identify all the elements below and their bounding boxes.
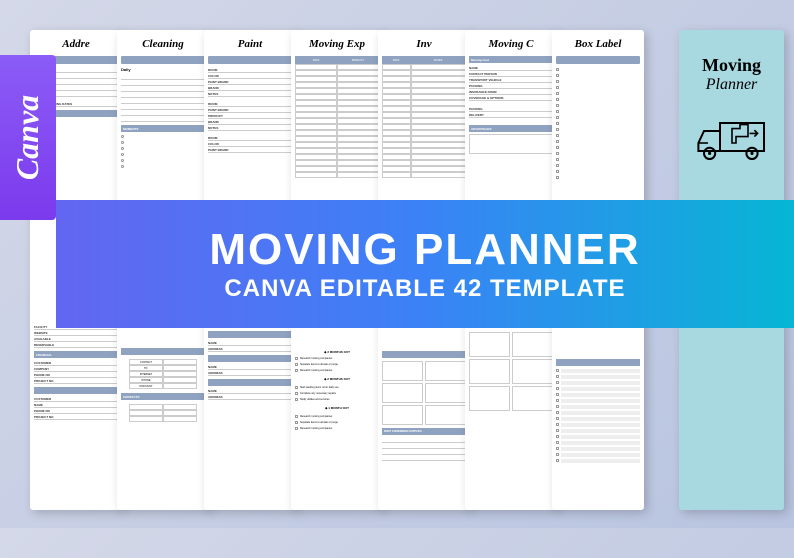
main-banner: MOVING PLANNER CANVA EDITABLE 42 TEMPLAT… <box>56 200 794 328</box>
brand-subtitle: Planner <box>687 76 776 94</box>
moving-truck-icon <box>692 109 772 169</box>
canva-badge: Canva <box>0 55 56 220</box>
brand-title: Moving <box>687 55 776 76</box>
canva-logo-text: Canva <box>10 95 47 180</box>
banner-title: MOVING PLANNER <box>209 225 640 275</box>
banner-subtitle: CANVA EDITABLE 42 TEMPLATE <box>224 275 625 303</box>
